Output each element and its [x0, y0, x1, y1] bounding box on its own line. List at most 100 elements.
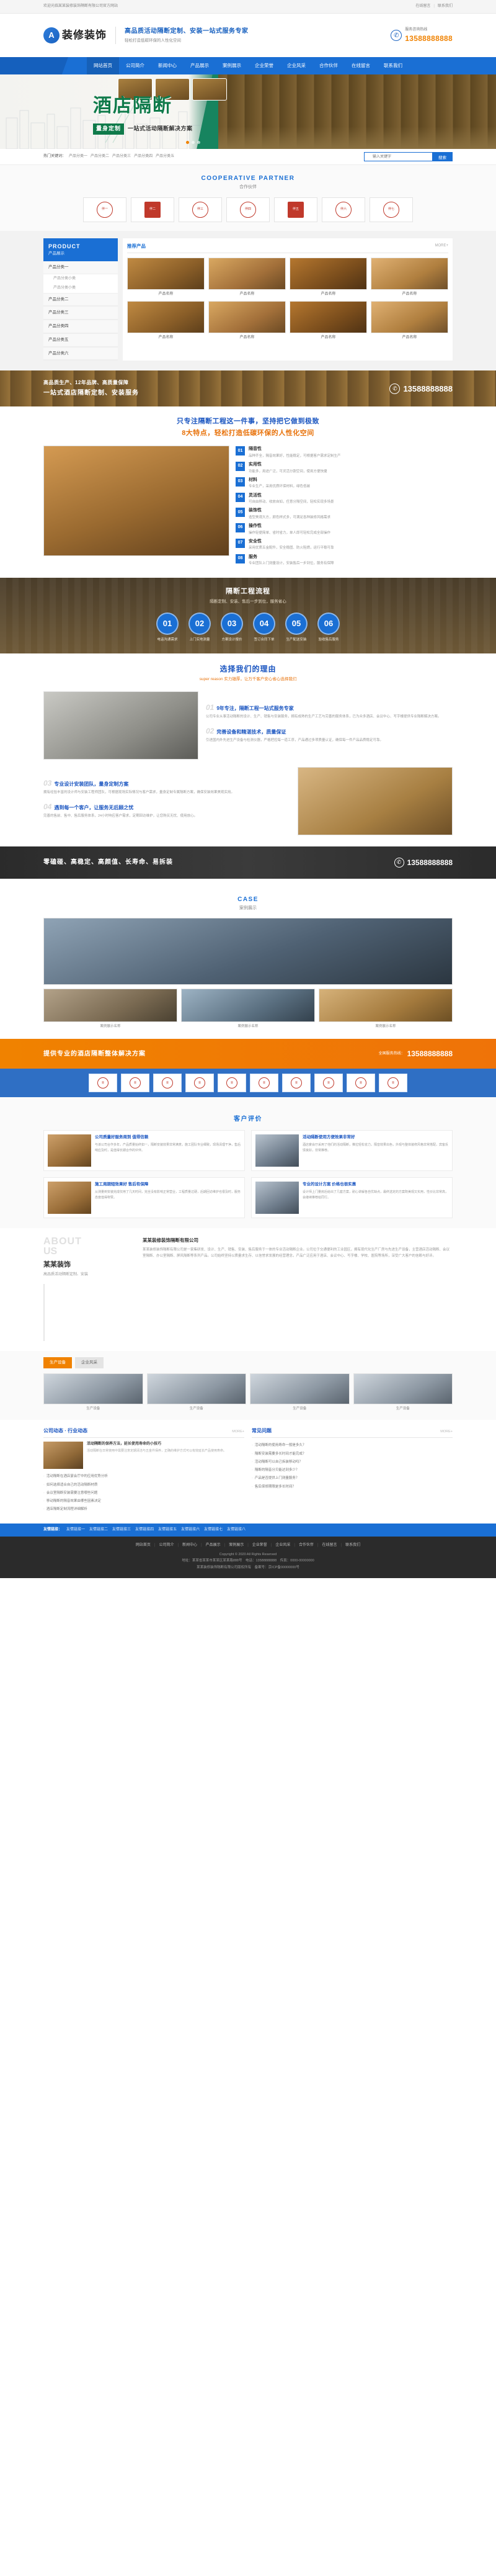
- honor-item[interactable]: 荣: [121, 1074, 149, 1093]
- hot-keyword-0[interactable]: 产品分类一: [69, 154, 87, 159]
- product-item[interactable]: 产品名称: [290, 257, 367, 297]
- product-subcategory-label[interactable]: 产品分类小类: [43, 284, 118, 293]
- faq-list-item[interactable]: 活动隔断的使用寿命一般是多久？: [252, 1442, 453, 1450]
- faq-list-item[interactable]: 隔断的隔音分贝能达到多少？: [252, 1466, 453, 1474]
- process-step[interactable]: 03 方案设计报价: [221, 612, 243, 642]
- product-category-label[interactable]: 产品分类五: [43, 333, 118, 347]
- nav-item-1[interactable]: 公司简介: [119, 57, 151, 74]
- friend-link-3[interactable]: 友情链接四: [135, 1527, 154, 1533]
- honor-item[interactable]: 荣: [218, 1074, 246, 1093]
- footer-nav-item-9[interactable]: 联系我们: [345, 1543, 360, 1548]
- footer-nav-item-4[interactable]: 案例展示: [229, 1543, 244, 1548]
- top-link-contact[interactable]: 联系我们: [438, 4, 453, 9]
- banner-thumb[interactable]: [192, 78, 227, 101]
- news-feature[interactable]: 活动隔断的保养方法，延长使用寿命的小技巧 活动隔断在日常使用中需要注意定期清洁与…: [43, 1441, 244, 1469]
- friend-link-4[interactable]: 友情链接五: [158, 1527, 177, 1533]
- nav-item-9[interactable]: 联系我们: [377, 57, 409, 74]
- case-item[interactable]: 案例展示名称: [319, 989, 453, 1029]
- product-item[interactable]: 产品名称: [290, 300, 367, 341]
- product-item[interactable]: 产品名称: [371, 257, 448, 297]
- product-item[interactable]: 产品名称: [208, 257, 286, 297]
- product-category-label[interactable]: 产品分类三: [43, 307, 118, 320]
- site-logo[interactable]: A 装修装饰: [43, 27, 107, 43]
- banner-dot[interactable]: [197, 141, 200, 144]
- equipment-item[interactable]: 生产设备: [43, 1373, 143, 1411]
- partner-card[interactable]: 伴三: [179, 197, 222, 222]
- footer-nav-item-8[interactable]: 在线留言: [322, 1543, 337, 1548]
- news-list-item[interactable]: 会议室隔断安装需要注意哪些问题: [43, 1489, 244, 1497]
- equipment-tab-0[interactable]: 生产设备: [43, 1357, 72, 1368]
- nav-item-6[interactable]: 企业风采: [280, 57, 312, 74]
- news-left-more[interactable]: MORE+: [232, 1429, 244, 1434]
- product-subcategory-label[interactable]: 产品分类小类: [43, 274, 118, 284]
- partner-card[interactable]: 伴五: [274, 197, 317, 222]
- hot-keyword-1[interactable]: 产品分类二: [91, 154, 109, 159]
- nav-item-4[interactable]: 案例展示: [216, 57, 248, 74]
- process-step[interactable]: 05 生产配送安装: [285, 612, 308, 642]
- nav-item-3[interactable]: 产品展示: [184, 57, 216, 74]
- footer-nav-item-2[interactable]: 新闻中心: [182, 1543, 197, 1548]
- nav-item-7[interactable]: 合作伙伴: [312, 57, 345, 74]
- testimonial-card[interactable]: 专业的设计方案 价格也很实惠 设计师上门量房后给出了几套方案，耐心讲解各自优缺点，…: [251, 1177, 453, 1219]
- news-right-more[interactable]: MORE+: [440, 1429, 453, 1434]
- top-link-message[interactable]: 在线留言: [415, 4, 430, 9]
- friend-link-1[interactable]: 友情链接二: [89, 1527, 108, 1533]
- partner-card[interactable]: 伴二: [131, 197, 174, 222]
- nav-item-5[interactable]: 企业荣誉: [248, 57, 280, 74]
- nav-item-0[interactable]: 网站首页: [87, 57, 119, 74]
- faq-list-item[interactable]: 隔断安装需要多长时间才能完成？: [252, 1450, 453, 1458]
- equipment-item[interactable]: 生产设备: [146, 1373, 246, 1411]
- nav-item-8[interactable]: 在线留言: [345, 57, 377, 74]
- equipment-item[interactable]: 生产设备: [250, 1373, 350, 1411]
- testimonial-card[interactable]: 活动隔断使用方便效果非常好 酒店宴会厅采用了他们的活动隔断，推拉轻松省力，隔音效果…: [251, 1130, 453, 1172]
- news-list-item[interactable]: 酒店隔断定制流程详细解析: [43, 1506, 244, 1514]
- search-input[interactable]: [364, 152, 432, 161]
- banner-dots[interactable]: [186, 141, 200, 144]
- news-list-item[interactable]: 如何选择适合自己的活动隔断材质: [43, 1481, 244, 1489]
- product-category-label[interactable]: 产品分类一: [43, 261, 118, 274]
- partner-card[interactable]: 伴一: [83, 197, 126, 222]
- honor-item[interactable]: 荣: [282, 1074, 311, 1093]
- testimonial-card[interactable]: 公司质量好服务周到 值得信赖 与该公司合作多年，产品质量始终如一，隔断安装效果非常…: [43, 1130, 245, 1172]
- faq-list-item[interactable]: 售后保修期限是多长时间？: [252, 1483, 453, 1491]
- search-button[interactable]: 搜索: [432, 152, 453, 161]
- partner-card[interactable]: 伴四: [226, 197, 270, 222]
- news-list-item[interactable]: 移动隔断的隔音效果由哪些因素决定: [43, 1497, 244, 1506]
- equipment-item[interactable]: 生产设备: [353, 1373, 453, 1411]
- hot-keyword-4[interactable]: 产品分类五: [156, 154, 174, 159]
- process-step[interactable]: 06 验收售后服务: [317, 612, 340, 642]
- friend-link-2[interactable]: 友情链接三: [112, 1527, 131, 1533]
- hot-keyword-3[interactable]: 产品分类四: [134, 154, 153, 159]
- product-category-label[interactable]: 产品分类四: [43, 320, 118, 333]
- case-featured-image[interactable]: [43, 918, 453, 985]
- honor-item[interactable]: 荣: [89, 1074, 117, 1093]
- honor-item[interactable]: 荣: [347, 1074, 375, 1093]
- product-category-label[interactable]: 产品分类六: [43, 347, 118, 361]
- testimonial-card[interactable]: 施工周期短效果好 售后有保障 从测量到安装完成仅用了几天时间，完全没有影响正常营业…: [43, 1177, 245, 1219]
- friend-link-5[interactable]: 友情链接六: [181, 1527, 200, 1533]
- partner-card[interactable]: 伴六: [322, 197, 365, 222]
- footer-nav-item-1[interactable]: 公司简介: [159, 1543, 174, 1548]
- case-item[interactable]: 案例展示名称: [181, 989, 315, 1029]
- honor-item[interactable]: 荣: [153, 1074, 182, 1093]
- honor-item[interactable]: 荣: [250, 1074, 278, 1093]
- footer-nav-item-6[interactable]: 企业风采: [275, 1543, 290, 1548]
- process-step[interactable]: 04 签订合同下单: [253, 612, 275, 642]
- footer-nav-item-5[interactable]: 企业荣誉: [252, 1543, 267, 1548]
- product-item[interactable]: 产品名称: [127, 300, 205, 341]
- nav-item-2[interactable]: 新闻中心: [151, 57, 184, 74]
- product-item[interactable]: 产品名称: [127, 257, 205, 297]
- banner-dot[interactable]: [186, 141, 189, 144]
- process-step[interactable]: 01 电话沟通需求: [156, 612, 179, 642]
- footer-nav-item-7[interactable]: 合作伙伴: [299, 1543, 314, 1548]
- faq-list-item[interactable]: 活动隔断可以自己拆装移动吗？: [252, 1458, 453, 1466]
- product-category-label[interactable]: 产品分类二: [43, 293, 118, 307]
- honor-item[interactable]: 荣: [185, 1074, 214, 1093]
- equipment-tab-1[interactable]: 企业风采: [75, 1357, 104, 1368]
- honor-item[interactable]: 荣: [314, 1074, 343, 1093]
- hot-keyword-2[interactable]: 产品分类三: [112, 154, 131, 159]
- footer-nav-item-0[interactable]: 网站首页: [136, 1543, 151, 1548]
- case-item[interactable]: 案例展示名称: [43, 989, 177, 1029]
- product-item[interactable]: 产品名称: [371, 300, 448, 341]
- footer-nav-item-3[interactable]: 产品展示: [206, 1543, 221, 1548]
